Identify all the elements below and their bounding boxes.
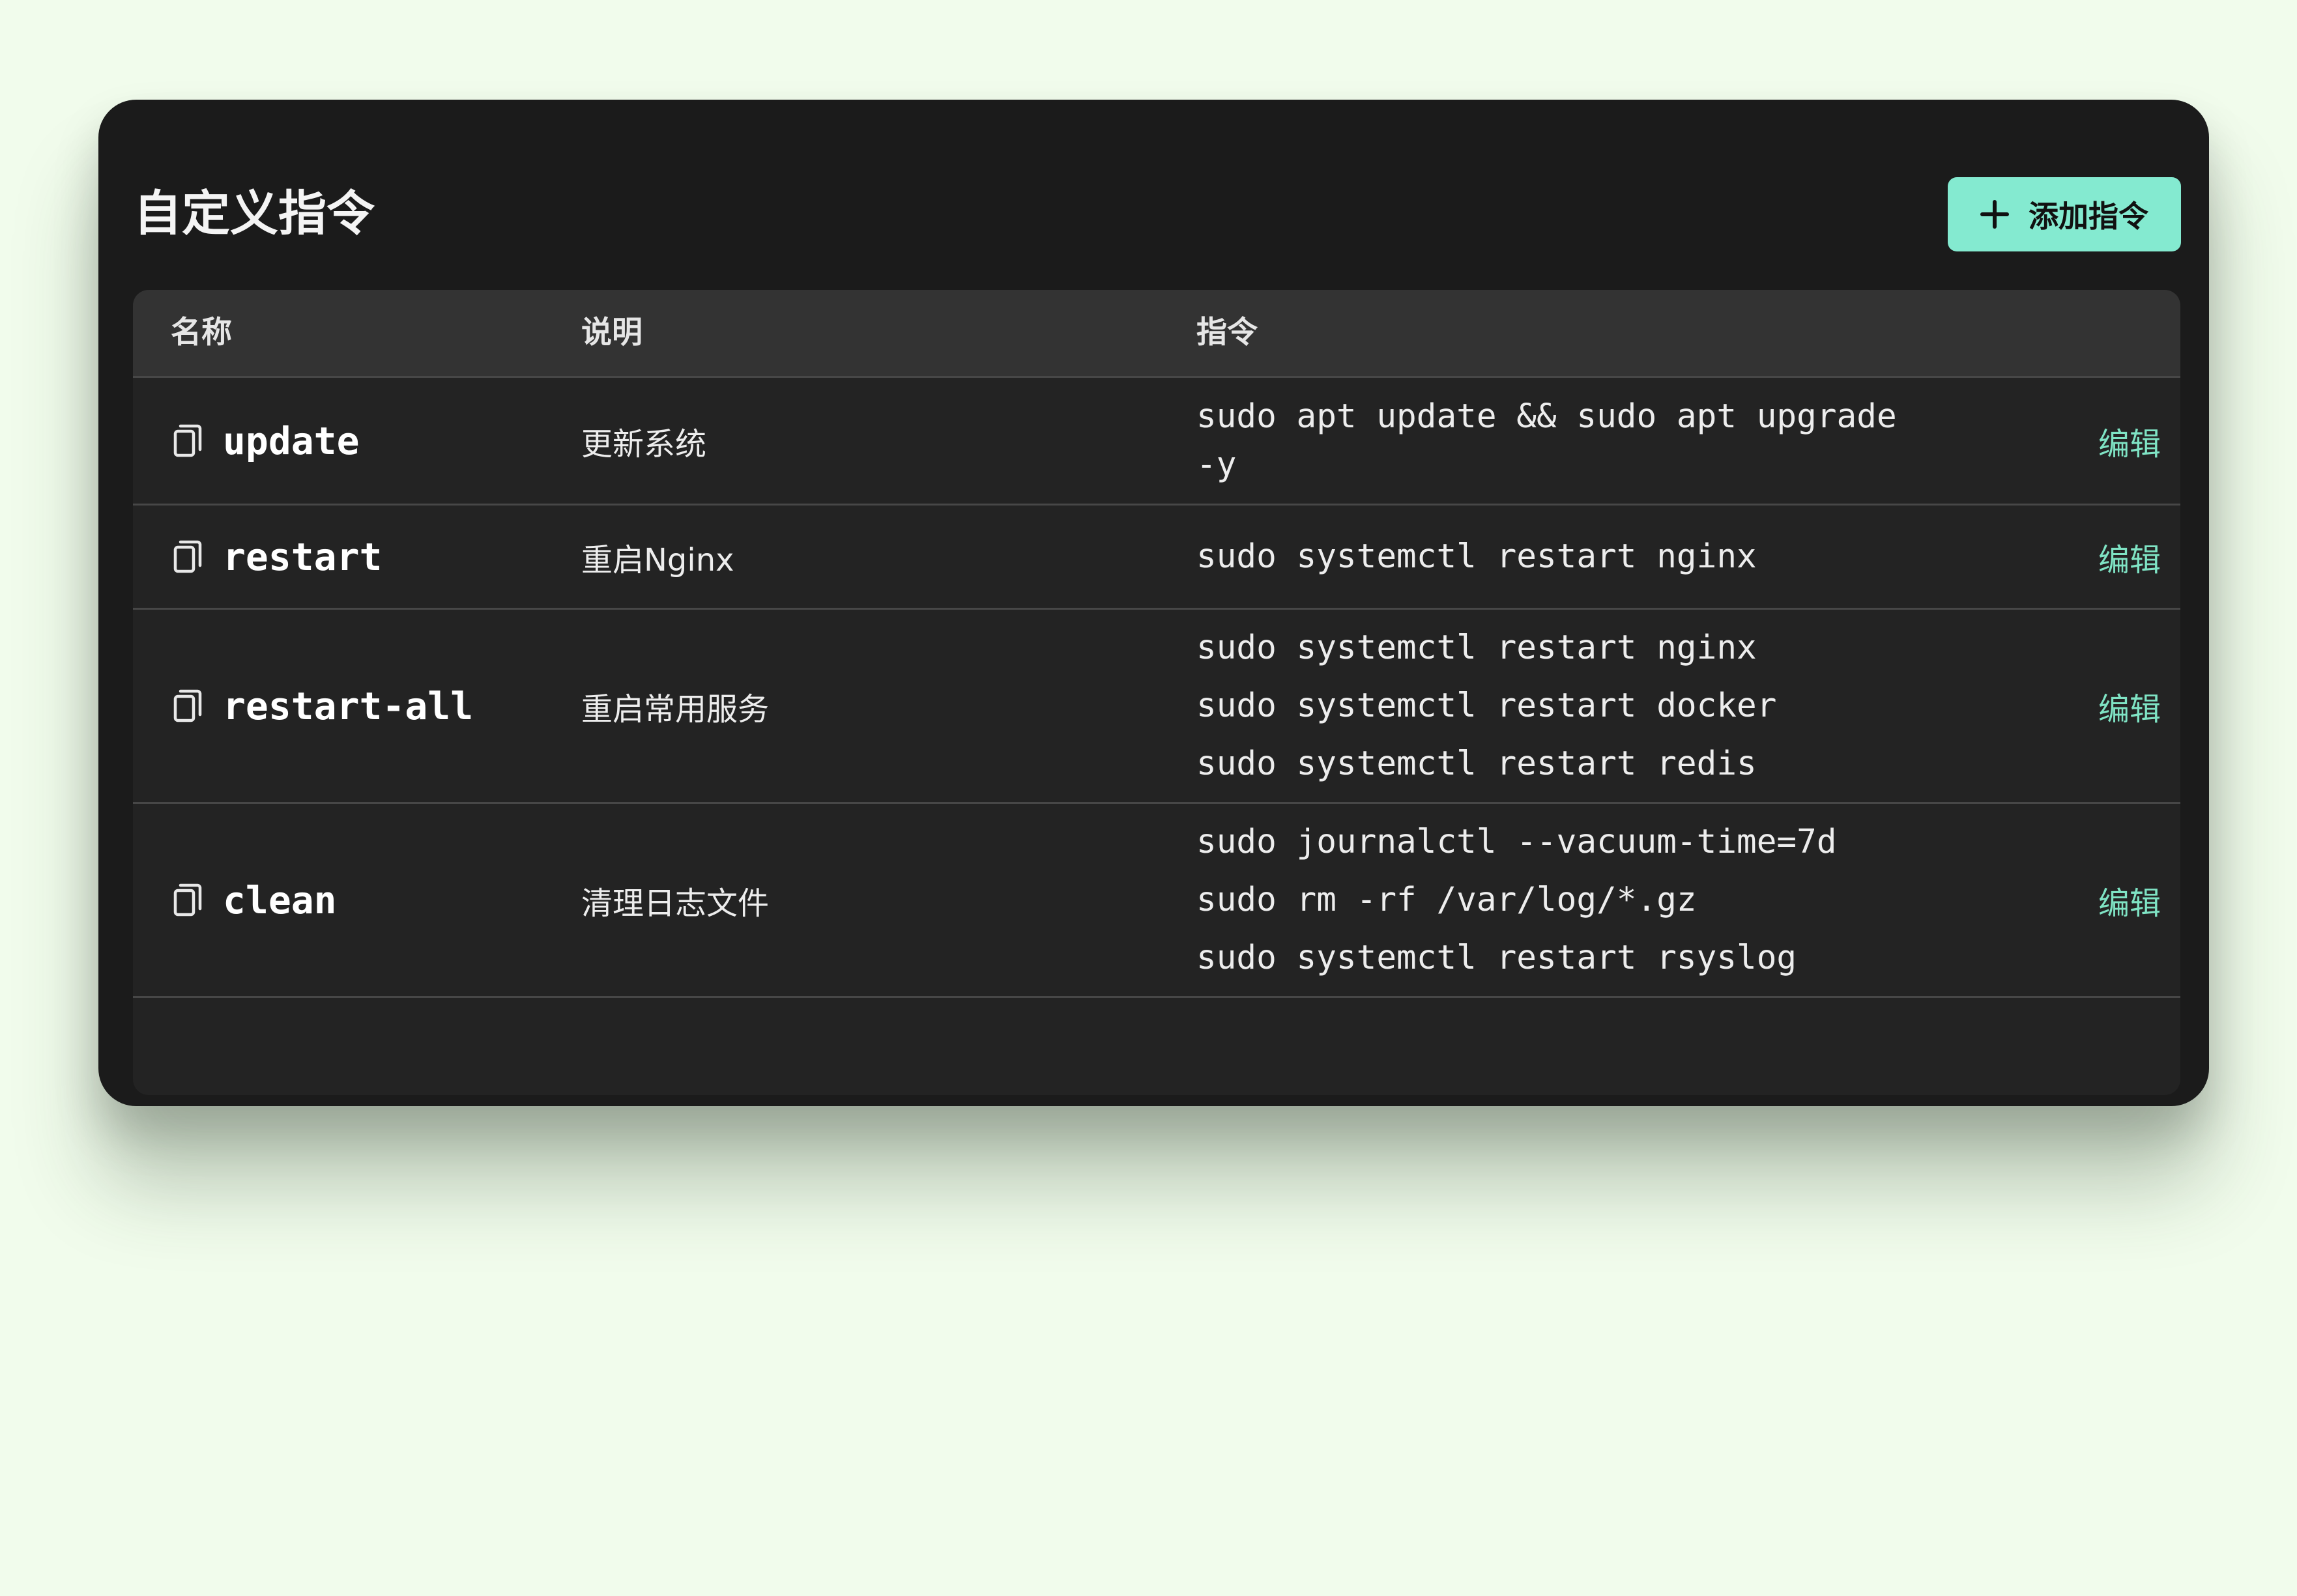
command-line: sudo systemctl restart nginx xyxy=(1196,537,1757,576)
edit-link[interactable]: 编辑 xyxy=(2098,610,2161,802)
command-name: restart xyxy=(223,534,383,579)
custom-commands-panel: 自定义指令 添加指令 名称 说明 指令 update 更新系统 sudo apt… xyxy=(98,100,2209,1106)
command-name-cell: restart xyxy=(171,506,382,608)
command-name-cell: update xyxy=(171,378,360,504)
command-description: 清理日志文件 xyxy=(581,885,770,922)
command-text: sudo apt update && sudo apt upgrade -y xyxy=(1196,378,2070,504)
command-text: sudo systemctl restart nginx sudo system… xyxy=(1196,610,2070,802)
command-line: -y xyxy=(1196,445,1237,484)
command-name: update xyxy=(223,418,360,463)
plus-icon xyxy=(1980,200,2009,229)
add-command-button[interactable]: 添加指令 xyxy=(1948,177,2181,251)
command-line: sudo systemctl restart rsyslog xyxy=(1196,939,1797,977)
command-line: sudo systemctl restart docker xyxy=(1196,687,1777,725)
command-name-cell: restart-all xyxy=(171,610,473,802)
command-description: 重启常用服务 xyxy=(581,691,770,728)
command-description: 更新系统 xyxy=(581,425,707,463)
copy-icon[interactable] xyxy=(171,687,207,726)
table-row: update 更新系统 sudo apt update && sudo apt … xyxy=(133,378,2180,506)
panel-title: 自定义指令 xyxy=(134,186,375,242)
table-row: restart 重启Nginx sudo systemctl restart n… xyxy=(133,506,2180,610)
copy-icon[interactable] xyxy=(171,537,207,577)
command-line: sudo systemctl restart redis xyxy=(1196,745,1757,783)
commands-table: 名称 说明 指令 update 更新系统 sudo apt update && … xyxy=(133,290,2180,1095)
table-header: 名称 说明 指令 xyxy=(133,290,2180,378)
column-header-command: 指令 xyxy=(1196,315,1258,350)
copy-icon[interactable] xyxy=(171,421,207,461)
command-text: sudo systemctl restart nginx xyxy=(1196,506,2070,608)
copy-icon[interactable] xyxy=(171,881,207,920)
command-line: sudo rm -rf /var/log/*.gz xyxy=(1196,881,1697,919)
command-line: sudo apt update && sudo apt upgrade xyxy=(1196,397,1897,436)
edit-link[interactable]: 编辑 xyxy=(2098,804,2161,996)
command-text: sudo journalctl --vacuum-time=7d sudo rm… xyxy=(1196,804,2070,996)
command-name: clean xyxy=(223,877,337,922)
command-line: sudo journalctl --vacuum-time=7d xyxy=(1196,823,1837,861)
table-row: restart-all 重启常用服务 sudo systemctl restar… xyxy=(133,610,2180,804)
command-line: sudo systemctl restart nginx xyxy=(1196,629,1757,667)
add-command-button-label: 添加指令 xyxy=(2029,199,2148,234)
command-name-cell: clean xyxy=(171,804,337,996)
command-description: 重启Nginx xyxy=(581,541,734,578)
table-row: clean 清理日志文件 sudo journalctl --vacuum-ti… xyxy=(133,804,2180,998)
column-header-name: 名称 xyxy=(171,315,232,350)
edit-link[interactable]: 编辑 xyxy=(2098,506,2161,608)
column-header-description: 说明 xyxy=(581,315,643,350)
edit-link[interactable]: 编辑 xyxy=(2098,378,2161,504)
command-name: restart-all xyxy=(223,683,474,728)
